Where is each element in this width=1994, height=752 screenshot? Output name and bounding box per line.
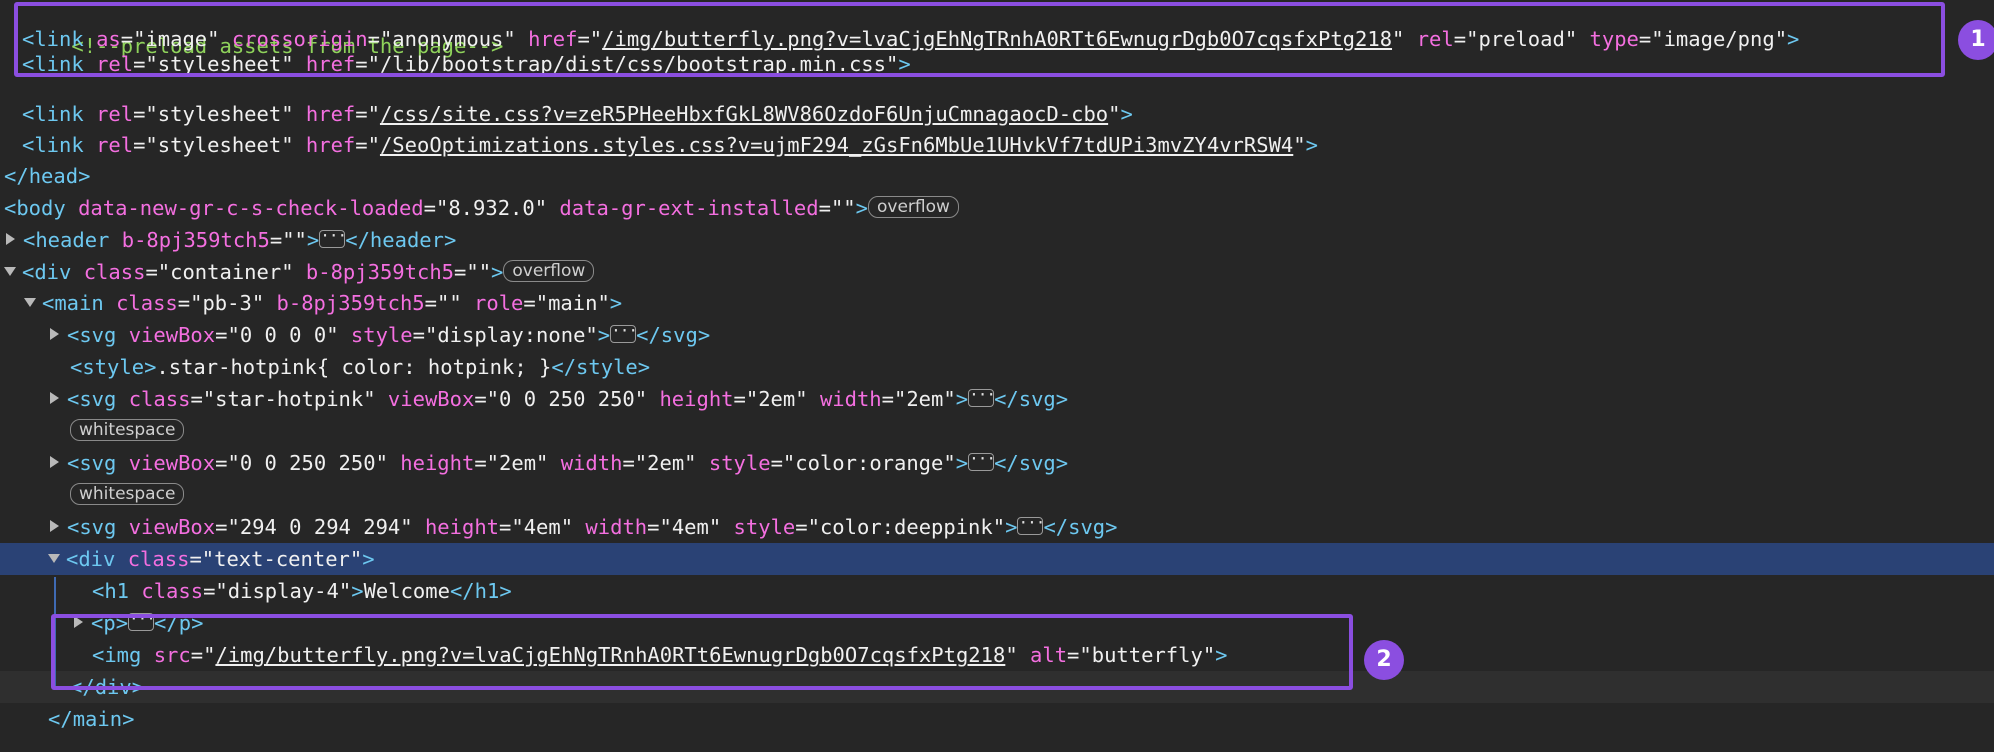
dom-node-div-container[interactable]: <div class="container" b-8pj359tch5=""> o…	[0, 256, 1994, 288]
collapse-arrow-icon[interactable]	[24, 297, 36, 307]
whitespace-badge[interactable]: whitespace	[70, 419, 185, 441]
expand-arrow-icon[interactable]	[50, 520, 59, 532]
expand-arrow-icon[interactable]	[6, 233, 15, 245]
dom-node-svg-deeppink[interactable]: <svg viewBox="294 0 294 294" height="4em…	[0, 511, 1994, 543]
whitespace-node[interactable]: whitespace	[0, 479, 1994, 511]
seo-css-href-link[interactable]: /SeoOptimizations.styles.css?v=ujmF294_z…	[380, 133, 1293, 157]
annotation-box-2	[51, 614, 1353, 690]
ellipsis-icon[interactable]: ···	[968, 387, 996, 407]
dom-node-main-close[interactable]: </main>	[0, 703, 1994, 735]
dom-node-style[interactable]: <style>.star-hotpink{ color: hotpink; }<…	[0, 351, 1994, 383]
dom-node-h1[interactable]: <h1 class="display-4">Welcome</h1>	[0, 575, 1994, 607]
whitespace-badge[interactable]: whitespace	[70, 483, 185, 505]
annotation-marker-1: 1	[1958, 20, 1994, 60]
dom-node-link-seo-css[interactable]: <link rel="stylesheet" href="/SeoOptimiz…	[0, 129, 1994, 161]
ellipsis-icon[interactable]: ···	[1017, 515, 1045, 535]
dom-node-link-site-css[interactable]: <link rel="stylesheet" href="/css/site.c…	[0, 98, 1994, 130]
expand-arrow-icon[interactable]	[50, 456, 59, 468]
dom-node-div-text-center-selected[interactable]: <div class="text-center">	[0, 543, 1994, 575]
dom-node-svg-star-hotpink[interactable]: <svg class="star-hotpink" viewBox="0 0 2…	[0, 383, 1994, 415]
dom-node-head-close[interactable]: </head>	[0, 160, 1994, 192]
dom-node-body[interactable]: <body data-new-gr-c-s-check-loaded="8.93…	[0, 192, 1994, 224]
overflow-badge[interactable]: overflow	[867, 196, 959, 218]
overflow-badge[interactable]: overflow	[503, 260, 595, 282]
site-css-href-link[interactable]: /css/site.css?v=zeR5PHeeHbxfGkL8WV86Ozdo…	[380, 102, 1108, 126]
collapse-arrow-icon[interactable]	[48, 553, 60, 563]
ellipsis-icon[interactable]: ···	[319, 228, 347, 248]
ellipsis-icon[interactable]: ···	[610, 323, 638, 343]
dom-node-svg-sprite[interactable]: <svg viewBox="0 0 0 0" style="display:no…	[0, 319, 1994, 351]
expand-arrow-icon[interactable]	[50, 392, 59, 404]
dom-node-main[interactable]: <main class="pb-3" b-8pj359tch5="" role=…	[0, 287, 1994, 319]
annotation-marker-2: 2	[1364, 640, 1404, 680]
whitespace-node[interactable]: whitespace	[0, 415, 1994, 447]
expand-arrow-icon[interactable]	[50, 328, 59, 340]
annotation-box-1	[14, 2, 1945, 77]
collapse-arrow-icon[interactable]	[4, 266, 16, 276]
dom-node-header[interactable]: <header b-8pj359tch5="">···</header>	[0, 224, 1994, 256]
dom-node-svg-orange[interactable]: <svg viewBox="0 0 250 250" height="2em" …	[0, 447, 1994, 479]
ellipsis-icon[interactable]: ···	[968, 451, 996, 471]
